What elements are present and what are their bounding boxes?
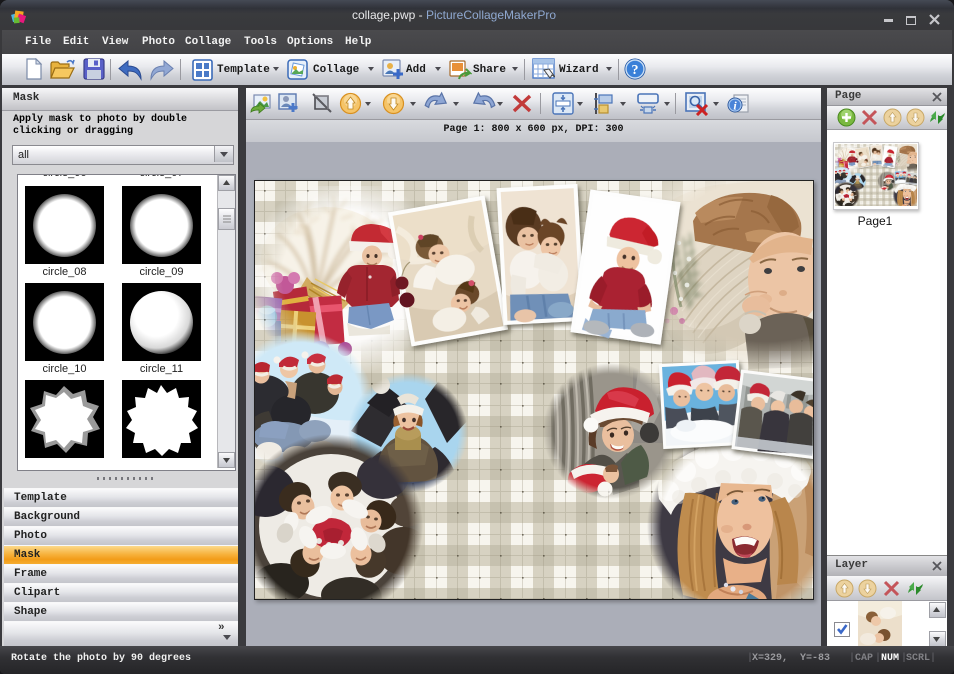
svg-text:?: ? <box>632 63 639 78</box>
